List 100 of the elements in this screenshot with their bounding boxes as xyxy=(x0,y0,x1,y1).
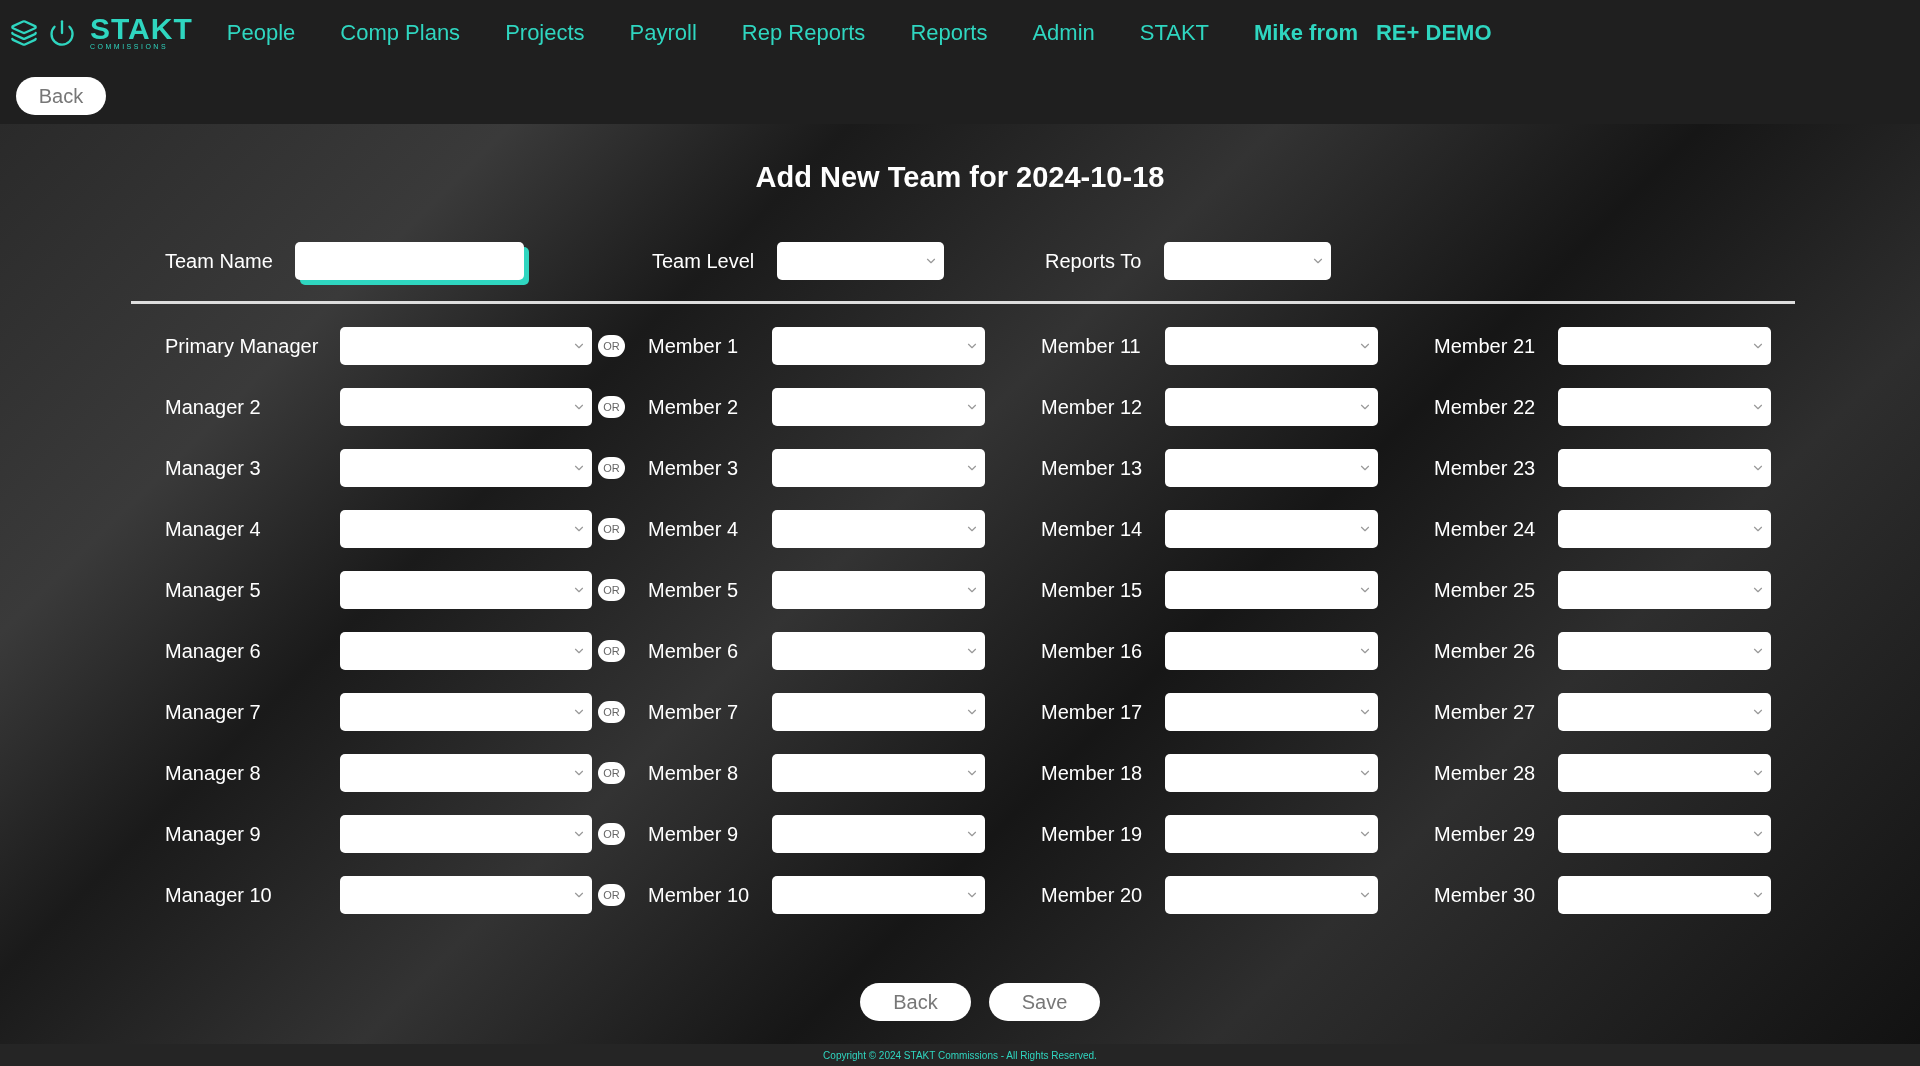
nav-link[interactable]: Payroll xyxy=(629,20,697,46)
select-field[interactable] xyxy=(340,388,592,426)
or-badge: OR xyxy=(598,884,625,906)
select-field[interactable] xyxy=(1165,449,1378,487)
organization-name: RE+ DEMO xyxy=(1375,20,1492,46)
field-label: Member 1 xyxy=(648,334,740,358)
field-label: Member 6 xyxy=(648,639,740,663)
or-badge: OR xyxy=(598,518,625,540)
save-button[interactable]: Save xyxy=(989,983,1100,1021)
select-field[interactable] xyxy=(777,242,944,280)
nav-link[interactable]: Projects xyxy=(505,20,585,46)
field-label: Manager 2 xyxy=(165,395,262,419)
logo-text: STAKT xyxy=(90,15,193,43)
field-label: Manager 6 xyxy=(165,639,262,663)
select-field[interactable] xyxy=(1165,571,1378,609)
field-label: Member 30 xyxy=(1434,883,1537,907)
field-label: Manager 4 xyxy=(165,517,262,541)
select-field[interactable] xyxy=(772,815,985,853)
input-field[interactable] xyxy=(295,242,524,280)
field-label: Member 28 xyxy=(1434,761,1537,785)
select-field[interactable] xyxy=(1558,327,1771,365)
field-label: Manager 5 xyxy=(165,578,262,602)
field-label: Member 15 xyxy=(1041,578,1144,602)
or-badge: OR xyxy=(598,335,625,357)
power-icon[interactable] xyxy=(48,19,76,47)
field-label: Team Name xyxy=(165,249,274,273)
or-badge: OR xyxy=(598,640,625,662)
field-label: Manager 7 xyxy=(165,700,262,724)
select-field[interactable] xyxy=(1165,388,1378,426)
select-field[interactable] xyxy=(340,876,592,914)
select-field[interactable] xyxy=(1164,242,1331,280)
select-field[interactable] xyxy=(1558,876,1771,914)
field-label: Member 12 xyxy=(1041,395,1144,419)
select-field[interactable] xyxy=(772,754,985,792)
select-field[interactable] xyxy=(772,327,985,365)
field-label: Member 26 xyxy=(1434,639,1537,663)
select-field[interactable] xyxy=(1165,815,1378,853)
copyright-text: Copyright © 2024 STAKT Commissions - All Rights Reserved. xyxy=(823,1049,1097,1061)
nav-link[interactable]: STAKT xyxy=(1139,20,1210,46)
select-field[interactable] xyxy=(340,754,592,792)
field-label: Member 21 xyxy=(1434,334,1537,358)
page-title: Add New Team for 2024-10-18 xyxy=(754,161,1166,194)
nav-link[interactable]: People xyxy=(226,20,296,46)
select-field[interactable] xyxy=(340,327,592,365)
select-field[interactable] xyxy=(1165,876,1378,914)
or-badge: OR xyxy=(598,457,625,479)
select-field[interactable] xyxy=(772,571,985,609)
field-label: Member 17 xyxy=(1041,700,1144,724)
field-label: Member 29 xyxy=(1434,822,1537,846)
select-field[interactable] xyxy=(1558,510,1771,548)
select-field[interactable] xyxy=(1558,388,1771,426)
layers-icon[interactable] xyxy=(10,19,38,47)
select-field[interactable] xyxy=(772,876,985,914)
select-field[interactable] xyxy=(1558,693,1771,731)
nav-link[interactable]: Reports xyxy=(910,20,988,46)
select-field[interactable] xyxy=(1558,815,1771,853)
field-label: Member 2 xyxy=(648,395,740,419)
nav-link[interactable]: Comp Plans xyxy=(340,20,461,46)
field-label: Primary Manager xyxy=(165,334,320,358)
field-label: Manager 3 xyxy=(165,456,262,480)
select-field[interactable] xyxy=(1558,449,1771,487)
field-label: Member 22 xyxy=(1434,395,1537,419)
field-label: Member 3 xyxy=(648,456,740,480)
field-label: Member 14 xyxy=(1041,517,1144,541)
back-button[interactable]: Back xyxy=(860,983,971,1021)
select-field[interactable] xyxy=(772,449,985,487)
select-field[interactable] xyxy=(1558,754,1771,792)
select-field[interactable] xyxy=(340,449,592,487)
field-label: Reports To xyxy=(1045,249,1143,273)
field-label: Team Level xyxy=(652,249,756,273)
or-badge: OR xyxy=(598,579,625,601)
select-field[interactable] xyxy=(1165,754,1378,792)
select-field[interactable] xyxy=(772,693,985,731)
select-field[interactable] xyxy=(1165,327,1378,365)
nav-link[interactable]: Rep Reports xyxy=(741,20,866,46)
select-field[interactable] xyxy=(340,632,592,670)
or-badge: OR xyxy=(598,701,625,723)
select-field[interactable] xyxy=(772,510,985,548)
select-field[interactable] xyxy=(340,571,592,609)
select-field[interactable] xyxy=(1558,632,1771,670)
select-field[interactable] xyxy=(1165,632,1378,670)
select-field[interactable] xyxy=(1165,693,1378,731)
back-button[interactable]: Back xyxy=(16,77,106,115)
select-field[interactable] xyxy=(340,693,592,731)
field-label: Member 16 xyxy=(1041,639,1144,663)
field-label: Member 7 xyxy=(648,700,740,724)
field-label: Manager 8 xyxy=(165,761,262,785)
select-field[interactable] xyxy=(1558,571,1771,609)
select-field[interactable] xyxy=(772,388,985,426)
select-field[interactable] xyxy=(772,632,985,670)
field-label: Manager 10 xyxy=(165,883,273,907)
field-label: Member 5 xyxy=(648,578,740,602)
nav-link[interactable]: Admin xyxy=(1032,20,1095,46)
select-field[interactable] xyxy=(340,815,592,853)
user-name: Mike from xyxy=(1254,20,1358,46)
or-badge: OR xyxy=(598,823,625,845)
select-field[interactable] xyxy=(1165,510,1378,548)
or-badge: OR xyxy=(598,762,625,784)
select-field[interactable] xyxy=(340,510,592,548)
field-label: Member 11 xyxy=(1041,334,1142,358)
